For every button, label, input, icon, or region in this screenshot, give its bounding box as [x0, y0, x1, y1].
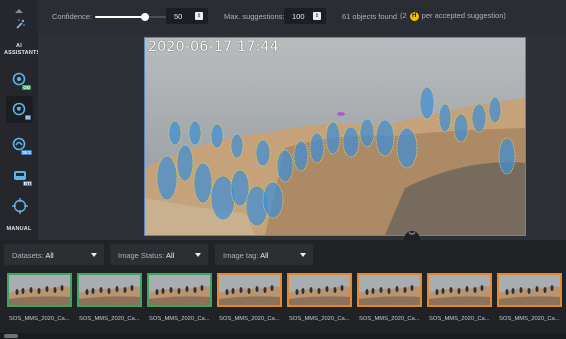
max-suggestions-input[interactable]: 100 ⇕: [284, 8, 326, 24]
confidence-value: 50: [174, 12, 183, 21]
thumbnail-image: [499, 275, 560, 305]
thumbnail-filename: SOS_MMS_2020_Ca...: [219, 316, 280, 322]
is-badge: IS: [24, 115, 31, 120]
scroll-up-icon[interactable]: [14, 1, 24, 13]
thumbnail-image: [79, 275, 140, 305]
chevron-down-icon: ︾: [408, 233, 416, 240]
thumbnail-image: [429, 275, 490, 305]
image-thumbnail[interactable]: [217, 273, 282, 307]
horizontal-scrollbar[interactable]: [0, 333, 566, 339]
ai-assistants-label: AI ASSISTANTS: [4, 43, 41, 56]
thumbnail-image: [289, 275, 350, 305]
object-detection-button[interactable]: OD: [6, 66, 33, 93]
ses-badge: SES: [20, 150, 32, 155]
image-thumbnail[interactable]: [287, 273, 352, 307]
objects-found-text: 61 objects found: [342, 12, 398, 21]
credit-info: (2 Hper accepted suggestion): [400, 11, 506, 21]
thumbnail-filename: SOS_MMS_2020_Ca...: [9, 316, 70, 322]
thumbnail-image: [219, 275, 280, 305]
penguin-colony-photo: [145, 38, 525, 235]
image-thumbnail[interactable]: [7, 273, 72, 307]
image-thumbnail[interactable]: [497, 273, 562, 307]
manual-label: MANUAL: [6, 226, 32, 232]
thumbnail-filename: SOS_MMS_2020_Ca...: [499, 316, 560, 322]
image-browser-panel: Datasets: All Image Status: All Image ta…: [0, 240, 566, 339]
magic-wand-icon[interactable]: [6, 10, 33, 37]
scrollbar-thumb[interactable]: [4, 334, 18, 338]
suggestion-toolbar: Confidence: 50 ⇕ Max. suggestions: 100 ⇕…: [38, 0, 566, 34]
semantic-segmentation-button[interactable]: SES: [6, 131, 33, 158]
confidence-slider-thumb[interactable]: [141, 13, 149, 21]
image-timestamp: 2020-06-17 17:44: [148, 39, 279, 55]
image-thumbnail[interactable]: [357, 273, 422, 307]
datasets-value: All: [45, 251, 54, 260]
confidence-input[interactable]: 50 ⇕: [166, 8, 208, 24]
crosshair-icon[interactable]: [6, 192, 33, 219]
max-suggestions-value: 100: [292, 12, 305, 21]
bti-button[interactable]: BTI: [6, 162, 33, 189]
thumbnail-filename: SOS_MMS_2020_Ca...: [289, 316, 350, 322]
image-status-label: Image Status:: [118, 251, 165, 260]
image-status-dropdown[interactable]: Image Status: All: [110, 244, 208, 265]
confidence-slider-fill: [95, 16, 145, 18]
image-tag-label: Image tag:: [223, 251, 259, 260]
image-thumbnail[interactable]: [427, 273, 492, 307]
credit-coin-icon: H: [409, 11, 419, 21]
annotated-image[interactable]: 2020-06-17 17:44: [144, 37, 526, 236]
confidence-spinner-icon[interactable]: ⇕: [195, 12, 203, 20]
instance-segmentation-button[interactable]: IS: [6, 96, 33, 123]
od-badge: OD: [22, 85, 31, 90]
bti-badge: BTI: [22, 181, 32, 186]
thumbnail-filename: SOS_MMS_2020_Ca...: [79, 316, 140, 322]
thumbnail-image: [149, 275, 210, 305]
datasets-caret-icon: [91, 253, 97, 257]
thumbnail-filename: SOS_MMS_2020_Ca...: [429, 316, 490, 322]
credit-prefix: (2: [400, 11, 407, 20]
image-status-caret-icon: [195, 253, 201, 257]
credit-suffix: per accepted suggestion): [421, 11, 506, 20]
datasets-label: Datasets:: [12, 251, 44, 260]
datasets-dropdown[interactable]: Datasets: All: [4, 244, 104, 265]
max-suggestions-spinner-icon[interactable]: ⇕: [313, 12, 321, 20]
thumbnail-image: [359, 275, 420, 305]
image-thumbnail[interactable]: [77, 273, 142, 307]
annotation-canvas[interactable]: 2020-06-17 17:44: [38, 34, 566, 240]
image-status-value: All: [165, 251, 175, 260]
confidence-label: Confidence:: [52, 12, 93, 21]
thumbnail-image: [9, 275, 70, 305]
image-tag-value: All: [260, 251, 269, 260]
thumbnail-filename: SOS_MMS_2020_Ca...: [359, 316, 420, 322]
image-tag-dropdown[interactable]: Image tag: All: [215, 244, 313, 265]
image-thumbnail[interactable]: [147, 273, 212, 307]
image-tag-caret-icon: [300, 253, 306, 257]
max-suggestions-label: Max. suggestions:: [224, 12, 285, 21]
thumbnail-filename: SOS_MMS_2020_Ca...: [149, 316, 210, 322]
